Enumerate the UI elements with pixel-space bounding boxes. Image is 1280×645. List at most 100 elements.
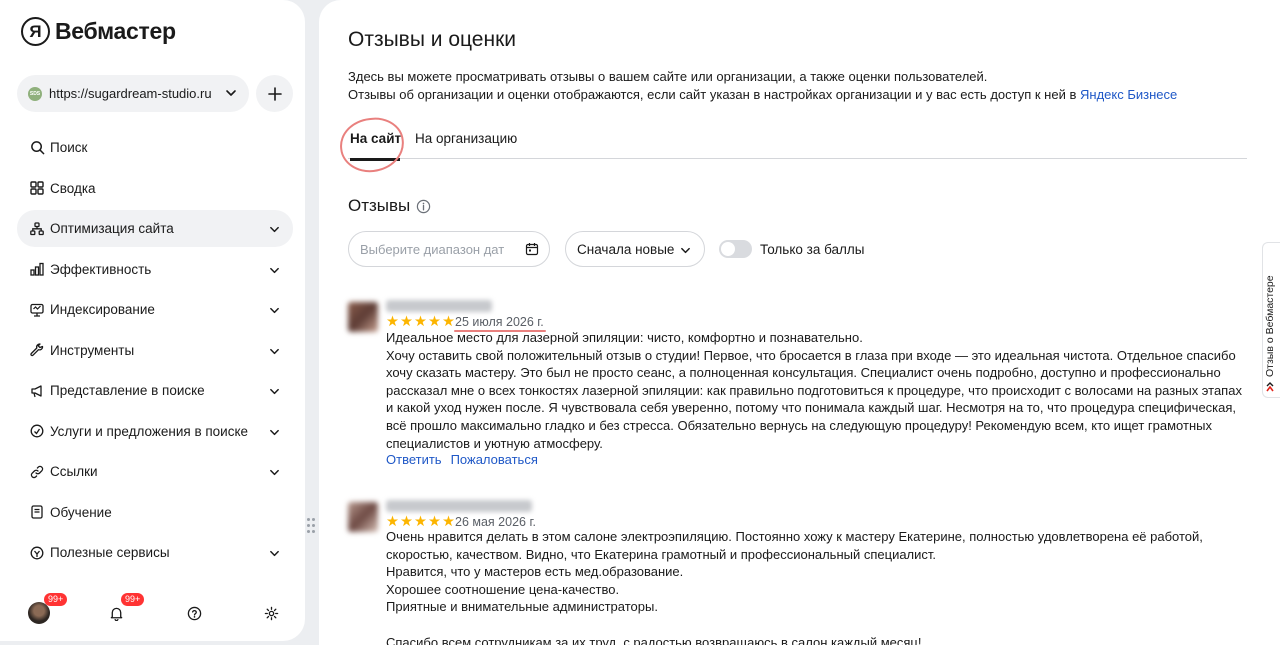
page-title: Отзывы и оценки bbox=[348, 28, 516, 51]
review-paragraph: Приятные и внимательные администраторы. bbox=[386, 599, 658, 615]
page-description: Здесь вы можете просматривать отзывы о в… bbox=[348, 68, 1248, 104]
feedback-label-text: Отзыв о Вебмастере bbox=[1264, 275, 1276, 377]
tab-organization[interactable]: На организацию bbox=[415, 131, 517, 146]
review-actions: Ответить Пожаловаться bbox=[386, 452, 538, 467]
star-icon: ★ bbox=[428, 314, 441, 330]
points-only-toggle[interactable] bbox=[719, 240, 752, 258]
description-text: Отзывы об организации и оценки отображаю… bbox=[348, 87, 1077, 102]
section-title: Отзывы bbox=[348, 196, 411, 215]
link-icon bbox=[29, 464, 45, 480]
points-only-label: Только за баллы bbox=[760, 242, 865, 257]
star-icon: ★ bbox=[386, 514, 399, 530]
sidebar-resize-handle[interactable] bbox=[307, 518, 315, 534]
help-button[interactable] bbox=[183, 602, 205, 624]
description-line: Здесь вы можете просматривать отзывы о в… bbox=[348, 69, 988, 84]
star-icon: ★ bbox=[400, 314, 413, 330]
notifications-badge: 99+ bbox=[121, 593, 145, 606]
chevron-down-icon bbox=[681, 247, 690, 254]
sidebar-item-efficiency[interactable]: Эффективность bbox=[17, 251, 293, 288]
help-icon bbox=[187, 606, 201, 620]
sidebar-item-services-offers[interactable]: Услуги и предложения в поиске bbox=[17, 413, 293, 450]
report-link[interactable]: Пожаловаться bbox=[451, 452, 538, 467]
notifications-button[interactable]: 99+ bbox=[105, 593, 145, 624]
reviewer-avatar bbox=[348, 302, 378, 332]
rating-stars: ★ ★ ★ ★ ★ bbox=[386, 314, 455, 330]
chevron-down-icon bbox=[270, 429, 279, 435]
sidebar-item-learning[interactable]: Обучение bbox=[17, 494, 293, 531]
review-paragraph bbox=[386, 616, 1252, 634]
sidebar-item-label: Полезные сервисы bbox=[50, 545, 170, 560]
review-paragraph: Нравится, что у мастеров есть мед.образо… bbox=[386, 564, 684, 580]
add-site-button[interactable] bbox=[256, 75, 293, 112]
bar-chart-icon bbox=[29, 261, 45, 277]
sidebar: Я Вебмастер SDS https://sugardream-studi… bbox=[0, 0, 305, 641]
sidebar-item-summary[interactable]: Сводка bbox=[17, 170, 293, 207]
tab-label: На организацию bbox=[415, 131, 518, 146]
sidebar-item-label: Эффективность bbox=[50, 261, 152, 277]
sidebar-item-search[interactable]: Поиск bbox=[17, 129, 293, 166]
site-selector[interactable]: SDS https://sugardream-studio.ru bbox=[17, 75, 249, 112]
rating-stars: ★ ★ ★ ★ ★ bbox=[386, 514, 455, 530]
chevron-down-icon bbox=[270, 307, 279, 314]
search-icon bbox=[29, 140, 45, 156]
services-icon bbox=[29, 545, 45, 561]
sidebar-item-label: Представление в поиске bbox=[50, 383, 205, 398]
sidebar-item-site-optimization[interactable]: Оптимизация сайта bbox=[17, 210, 293, 247]
settings-button[interactable] bbox=[260, 602, 282, 624]
sidebar-item-label: Ссылки bbox=[50, 464, 98, 479]
sidebar-footer: 99+ 99+ bbox=[28, 593, 288, 624]
reply-link[interactable]: Ответить bbox=[386, 452, 442, 467]
review-text: Очень нравится делать в этом салоне элек… bbox=[386, 528, 1252, 645]
calendar-icon bbox=[525, 243, 539, 256]
sidebar-item-tools[interactable]: Инструменты bbox=[17, 332, 293, 369]
chevron-down-icon bbox=[270, 469, 279, 476]
profile-button[interactable]: 99+ bbox=[28, 593, 68, 624]
chevron-down-icon bbox=[270, 550, 279, 557]
star-icon: ★ bbox=[414, 514, 427, 530]
sidebar-item-label: Поиск bbox=[50, 140, 88, 155]
star-icon: ★ bbox=[386, 314, 399, 330]
chevron-down-icon bbox=[270, 348, 279, 354]
star-icon: ★ bbox=[442, 514, 455, 530]
sidebar-item-label: Услуги и предложения в поиске bbox=[50, 423, 249, 439]
review-paragraph: Хочу оставить свой положительный отзыв о… bbox=[386, 347, 1242, 451]
sidebar-item-search-appearance[interactable]: Представление в поиске bbox=[17, 372, 293, 409]
app-name: Вебмастер bbox=[55, 18, 176, 44]
megaphone-icon bbox=[29, 383, 45, 399]
review-paragraph: Спасибо всем сотрудникам за их труд, с р… bbox=[386, 634, 922, 645]
sort-value: Сначала новые bbox=[577, 241, 675, 257]
plus-icon bbox=[267, 86, 282, 101]
info-icon[interactable] bbox=[416, 199, 431, 214]
profile-badge: 99+ bbox=[44, 593, 68, 606]
yandex-business-link[interactable]: Яндекс Бизнесе bbox=[1080, 87, 1177, 102]
star-icon: ★ bbox=[400, 514, 413, 530]
star-icon: ★ bbox=[428, 514, 441, 530]
monitor-icon bbox=[29, 302, 45, 318]
sidebar-item-label: Обучение bbox=[50, 504, 112, 520]
sidebar-item-indexing[interactable]: Индексирование bbox=[17, 291, 293, 328]
sidebar-item-label: Оптимизация сайта bbox=[50, 221, 174, 236]
review-date: 25 июля 2026 г. bbox=[455, 315, 544, 329]
sidebar-item-useful-services[interactable]: Полезные сервисы bbox=[17, 534, 293, 571]
site-favicon-icon: SDS bbox=[28, 86, 42, 101]
bell-icon bbox=[110, 607, 122, 621]
description-line: Отзывы об организации и оценки отображаю… bbox=[348, 86, 1248, 104]
reviewer-avatar bbox=[348, 502, 378, 532]
book-icon bbox=[29, 504, 45, 520]
reviews-heading: Отзывы bbox=[348, 196, 431, 216]
structure-icon bbox=[29, 221, 45, 237]
webmaster-logo[interactable]: Я Вебмастер bbox=[21, 17, 176, 46]
date-range-input[interactable]: Выберите диапазон дат bbox=[348, 231, 550, 267]
tab-bar: На сайт На организацию bbox=[348, 128, 1247, 161]
feedback-logo-icon bbox=[1266, 382, 1274, 392]
toggle-knob bbox=[721, 242, 735, 256]
sort-select[interactable]: Сначала новые bbox=[565, 231, 705, 267]
sidebar-menu: Поиск Сводка Оптимизация сайта Эффективн… bbox=[17, 129, 293, 575]
sidebar-item-label: Инструменты bbox=[50, 342, 135, 358]
feedback-widget-label[interactable]: Отзыв о Вебмастере bbox=[1264, 275, 1276, 392]
review-paragraph: Хорошее соотношение цена-качество. bbox=[386, 581, 620, 597]
date-range-placeholder: Выберите диапазон дат bbox=[360, 241, 505, 257]
sidebar-item-links[interactable]: Ссылки bbox=[17, 453, 293, 490]
sidebar-item-label: Сводка bbox=[50, 180, 96, 196]
chevron-down-icon bbox=[270, 226, 279, 233]
